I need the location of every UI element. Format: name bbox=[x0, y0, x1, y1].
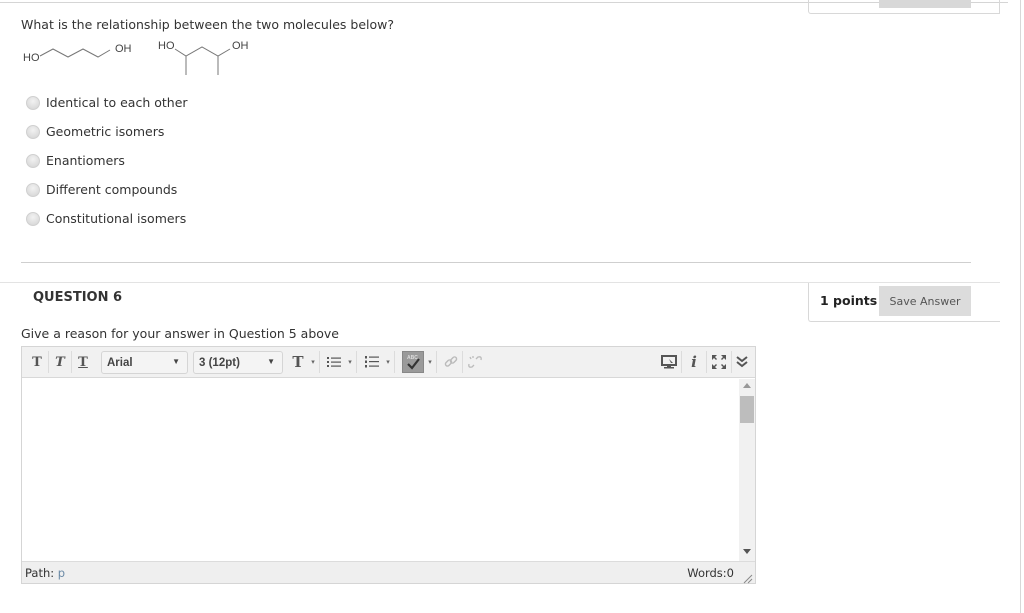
text-color-dropdown[interactable]: ▾ bbox=[309, 351, 317, 373]
rich-text-editor: T T T Arial ▼ 3 (12pt) ▼ T ▾ ▾ ▾ ABC ▾ i… bbox=[21, 346, 756, 584]
radio-button[interactable] bbox=[26, 182, 40, 197]
molecule-2-pentanediol: HO OH bbox=[158, 40, 249, 75]
toolbar-separator bbox=[706, 351, 707, 373]
preview-icon[interactable] bbox=[658, 351, 680, 373]
question-divider bbox=[21, 262, 971, 263]
question-5-prompt: What is the relationship between the two… bbox=[21, 17, 395, 32]
italic-icon[interactable]: T bbox=[50, 351, 70, 373]
page-right-border bbox=[1020, 0, 1021, 613]
font-size-value: 3 (12pt) bbox=[199, 356, 240, 369]
molecule-diagrams: HO OH HO OH bbox=[23, 40, 249, 75]
option-identical[interactable]: Identical to each other bbox=[26, 88, 188, 117]
molecule-2-right-label: OH bbox=[232, 40, 249, 52]
editor-statusbar: Path: p Words:0 bbox=[22, 561, 755, 584]
bold-icon[interactable]: T bbox=[27, 351, 47, 373]
radio-button[interactable] bbox=[26, 95, 40, 110]
save-answer-button[interactable]: Save Answer bbox=[879, 286, 971, 316]
option-label: Geometric isomers bbox=[46, 124, 165, 139]
molecule-2-chain bbox=[174, 46, 231, 57]
underline-icon[interactable]: T bbox=[73, 351, 93, 373]
scroll-down-arrow-icon[interactable] bbox=[743, 549, 751, 554]
font-family-select[interactable]: Arial ▼ bbox=[101, 351, 188, 374]
editor-scrollbar[interactable] bbox=[739, 379, 755, 561]
option-label: Enantiomers bbox=[46, 153, 125, 168]
editor-toolbar: T T T Arial ▼ 3 (12pt) ▼ T ▾ ▾ ▾ ABC ▾ i bbox=[22, 347, 755, 378]
toolbar-separator bbox=[462, 351, 463, 373]
numbered-list-icon[interactable] bbox=[362, 351, 382, 373]
toolbar-separator bbox=[71, 351, 72, 373]
info-icon[interactable]: i bbox=[683, 351, 705, 373]
molecule-2-left-label: HO bbox=[158, 40, 175, 52]
editor-content-area[interactable] bbox=[22, 379, 739, 561]
svg-text:ABC: ABC bbox=[407, 355, 418, 361]
toolbar-separator bbox=[394, 351, 395, 373]
bullet-list-icon[interactable] bbox=[324, 351, 344, 373]
question-6-title: QUESTION 6 bbox=[33, 290, 123, 305]
option-enantiomers[interactable]: Enantiomers bbox=[26, 146, 188, 175]
answer-options: Identical to each other Geometric isomer… bbox=[26, 88, 188, 233]
option-different-compounds[interactable]: Different compounds bbox=[26, 175, 188, 204]
scroll-up-arrow-icon[interactable] bbox=[743, 383, 751, 388]
fullscreen-icon[interactable] bbox=[708, 351, 730, 373]
text-color-icon[interactable]: T bbox=[288, 351, 308, 373]
font-family-value: Arial bbox=[107, 356, 133, 369]
molecule-1-left-label: HO bbox=[23, 52, 40, 64]
toolbar-separator bbox=[319, 351, 320, 373]
collapse-icon[interactable] bbox=[732, 351, 752, 373]
spellcheck-icon[interactable]: ABC bbox=[402, 351, 424, 373]
toolbar-separator bbox=[48, 351, 49, 373]
resize-handle-icon[interactable] bbox=[741, 569, 753, 584]
toolbar-separator bbox=[436, 351, 437, 373]
option-label: Different compounds bbox=[46, 182, 178, 197]
link-icon[interactable] bbox=[441, 351, 461, 373]
chevron-down-icon: ▼ bbox=[172, 357, 180, 366]
question-6-prompt: Give a reason for your answer in Questio… bbox=[21, 326, 339, 341]
previous-save-button[interactable] bbox=[879, 0, 971, 8]
chevron-down-icon: ▼ bbox=[267, 357, 275, 366]
molecule-1-butanediol: HO OH bbox=[23, 43, 132, 64]
word-count: Words:0 bbox=[687, 566, 734, 580]
path-value[interactable]: p bbox=[58, 566, 65, 580]
option-geometric-isomers[interactable]: Geometric isomers bbox=[26, 117, 188, 146]
spellcheck-dropdown[interactable]: ▾ bbox=[426, 351, 434, 373]
path-indicator: Path: p bbox=[25, 566, 65, 580]
numbered-list-dropdown[interactable]: ▾ bbox=[384, 351, 392, 373]
font-size-select[interactable]: 3 (12pt) ▼ bbox=[193, 351, 283, 374]
radio-button[interactable] bbox=[26, 211, 40, 226]
option-constitutional-isomers[interactable]: Constitutional isomers bbox=[26, 204, 188, 233]
points-label: 1 points bbox=[820, 293, 878, 308]
scrollbar-thumb[interactable] bbox=[740, 396, 754, 423]
toolbar-separator bbox=[356, 351, 357, 373]
path-label: Path: bbox=[25, 566, 55, 580]
bullet-list-dropdown[interactable]: ▾ bbox=[346, 351, 354, 373]
molecule-1-chain bbox=[39, 48, 111, 58]
option-label: Constitutional isomers bbox=[46, 211, 187, 226]
molecule-1-right-label: OH bbox=[115, 43, 132, 55]
option-label: Identical to each other bbox=[46, 95, 188, 110]
unlink-icon[interactable] bbox=[465, 351, 485, 373]
toolbar-separator bbox=[681, 351, 682, 373]
radio-button[interactable] bbox=[26, 124, 40, 139]
radio-button[interactable] bbox=[26, 153, 40, 168]
